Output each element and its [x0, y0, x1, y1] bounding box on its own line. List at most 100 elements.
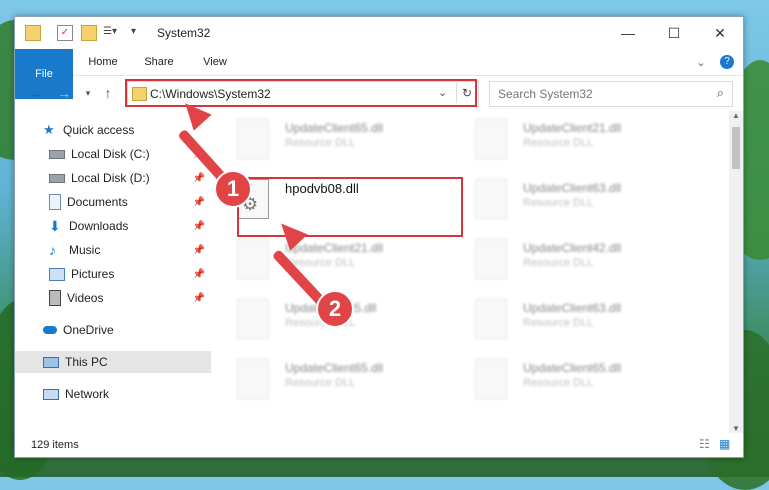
- dropdown-arrow-icon[interactable]: ▾: [131, 25, 145, 39]
- dll-file-icon: [475, 299, 507, 339]
- recent-locations-icon[interactable]: ▾: [79, 84, 97, 102]
- search-placeholder: Search System32: [498, 87, 593, 101]
- sidebar-item-local-disk-c[interactable]: Local Disk (C:) 📌: [15, 143, 211, 165]
- file-name: UpdateClient63.dll: [523, 301, 622, 315]
- close-button[interactable]: ✕: [697, 17, 743, 49]
- file-name: UpdateClient21.dll: [523, 121, 622, 135]
- sidebar-item-label: Documents: [67, 195, 128, 209]
- sidebar-item-downloads[interactable]: ⬇ Downloads 📌: [15, 215, 211, 237]
- list-item[interactable]: UpdateClient63.dll Resource DLL: [463, 295, 693, 345]
- sidebar-item-pictures[interactable]: Pictures 📌: [15, 263, 211, 285]
- dll-file-icon: [237, 299, 269, 339]
- dll-file-icon: [475, 359, 507, 399]
- dll-file-icon: [475, 239, 507, 279]
- sidebar-item-label: Local Disk (C:): [71, 147, 150, 161]
- computer-icon: [43, 356, 59, 368]
- list-item[interactable]: UpdateClient65.dll Resource DLL: [463, 355, 693, 405]
- pin-icon[interactable]: 📌: [193, 245, 205, 256]
- file-name: UpdateClient65.dll: [285, 361, 384, 375]
- sidebar-item-label: Pictures: [71, 267, 115, 281]
- window-title: System32: [157, 26, 211, 40]
- star-icon: ★: [43, 122, 55, 137]
- dll-file-icon: [237, 239, 269, 279]
- dll-file-icon: [475, 179, 507, 219]
- up-arrow-icon[interactable]: ↑: [99, 84, 117, 102]
- file-type: Resource DLL: [523, 197, 594, 209]
- folder-icon: [25, 25, 41, 41]
- back-arrow-icon[interactable]: ←: [27, 84, 45, 102]
- scroll-down-icon[interactable]: ▼: [732, 424, 740, 433]
- minimize-button[interactable]: —: [605, 17, 651, 49]
- pin-icon[interactable]: 📌: [193, 293, 205, 304]
- sidebar-item-music[interactable]: ♪ Music 📌: [15, 239, 211, 261]
- file-type: Resource DLL: [285, 377, 356, 389]
- drive-icon: [49, 173, 65, 183]
- tab-view[interactable]: View: [189, 49, 241, 75]
- step-badge-1: 1: [214, 170, 252, 208]
- vertical-scrollbar[interactable]: ▲ ▼: [729, 111, 743, 433]
- forward-arrow-icon[interactable]: →: [55, 84, 73, 102]
- dll-file-icon: [475, 119, 507, 159]
- tab-home[interactable]: Home: [77, 49, 129, 75]
- navigation-pane: ★ Quick access Local Disk (C:) 📌 Local D…: [15, 111, 211, 433]
- scrollbar-thumb[interactable]: [732, 127, 740, 169]
- sidebar-item-label: Quick access: [63, 123, 135, 137]
- title-bar: ✓ ☰▾ ▾ System32 — ☐ ✕: [15, 17, 743, 49]
- search-icon[interactable]: ⌕: [717, 85, 724, 101]
- pin-icon[interactable]: 📌: [193, 269, 205, 280]
- file-name: UpdateClient42.dll: [523, 241, 622, 255]
- file-name: UpdateClient65.dll: [285, 121, 384, 135]
- list-item[interactable]: UpdateClient21.dll Resource DLL: [225, 235, 455, 285]
- expand-ribbon-icon[interactable]: ⌄: [691, 49, 711, 75]
- pin-icon[interactable]: 📌: [193, 197, 205, 208]
- new-folder-icon[interactable]: [81, 25, 97, 41]
- sidebar-item-local-disk-d[interactable]: Local Disk (D:) 📌: [15, 167, 211, 189]
- address-bar-highlight: [125, 79, 477, 107]
- large-icons-view-icon[interactable]: ▦: [719, 437, 730, 451]
- details-view-icon[interactable]: ☷: [699, 437, 710, 451]
- help-icon[interactable]: ?: [717, 49, 737, 75]
- sidebar-item-videos[interactable]: Videos 📌: [15, 287, 211, 309]
- pin-icon[interactable]: 📌: [193, 221, 205, 232]
- list-item[interactable]: UpdateClient65.dll Resource DLL: [225, 115, 455, 165]
- file-type: Resource DLL: [523, 377, 594, 389]
- explorer-window: ✓ ☰▾ ▾ System32 — ☐ ✕ File Home Share Vi…: [14, 16, 744, 458]
- file-highlight: [237, 177, 463, 237]
- scroll-up-icon[interactable]: ▲: [732, 111, 740, 120]
- item-count: 129 items: [31, 439, 79, 451]
- sidebar-item-label: Network: [65, 387, 110, 401]
- tab-share[interactable]: Share: [133, 49, 185, 75]
- sidebar-item-onedrive[interactable]: OneDrive: [15, 319, 211, 341]
- file-type: Resource DLL: [523, 257, 594, 269]
- file-type: Resource DLL: [523, 317, 594, 329]
- sidebar-item-this-pc[interactable]: This PC: [15, 351, 211, 373]
- videos-icon: [49, 290, 61, 306]
- list-item[interactable]: UpdateClient42.dll Resource DLL: [463, 235, 693, 285]
- ribbon: File Home Share View ⌄ ?: [15, 49, 743, 99]
- music-icon: ♪: [49, 242, 56, 258]
- sidebar-item-label: Downloads: [69, 219, 129, 233]
- document-icon: [49, 194, 61, 210]
- customize-toolbar-icon[interactable]: ☰▾: [103, 25, 125, 39]
- pin-icon[interactable]: 📌: [193, 173, 205, 184]
- sidebar-item-network[interactable]: Network: [15, 383, 211, 405]
- file-name: UpdateClient63.dll: [523, 181, 622, 195]
- status-bar: 129 items ☷ ▦: [15, 433, 743, 457]
- sidebar-item-label: This PC: [65, 355, 108, 369]
- sidebar-item-documents[interactable]: Documents 📌: [15, 191, 211, 213]
- list-item[interactable]: UpdateClient65.dll Resource DLL: [225, 355, 455, 405]
- file-type: Resource DLL: [523, 137, 594, 149]
- list-item[interactable]: UpdateClient63.dll Resource DLL: [463, 175, 693, 225]
- pictures-icon: [49, 267, 65, 281]
- sidebar-item-label: Videos: [67, 291, 104, 305]
- search-input[interactable]: Search System32 ⌕: [489, 81, 733, 107]
- properties-icon[interactable]: ✓: [57, 25, 73, 41]
- sidebar-item-label: Music: [69, 243, 101, 257]
- network-icon: [43, 388, 59, 400]
- dll-file-icon: [237, 119, 269, 159]
- sidebar-item-label: Local Disk (D:): [71, 171, 150, 185]
- maximize-button[interactable]: ☐: [651, 17, 697, 49]
- step-badge-2: 2: [316, 290, 354, 328]
- list-item[interactable]: UpdateClient21.dll Resource DLL: [463, 115, 693, 165]
- file-name: UpdateClient21.dll: [285, 241, 384, 255]
